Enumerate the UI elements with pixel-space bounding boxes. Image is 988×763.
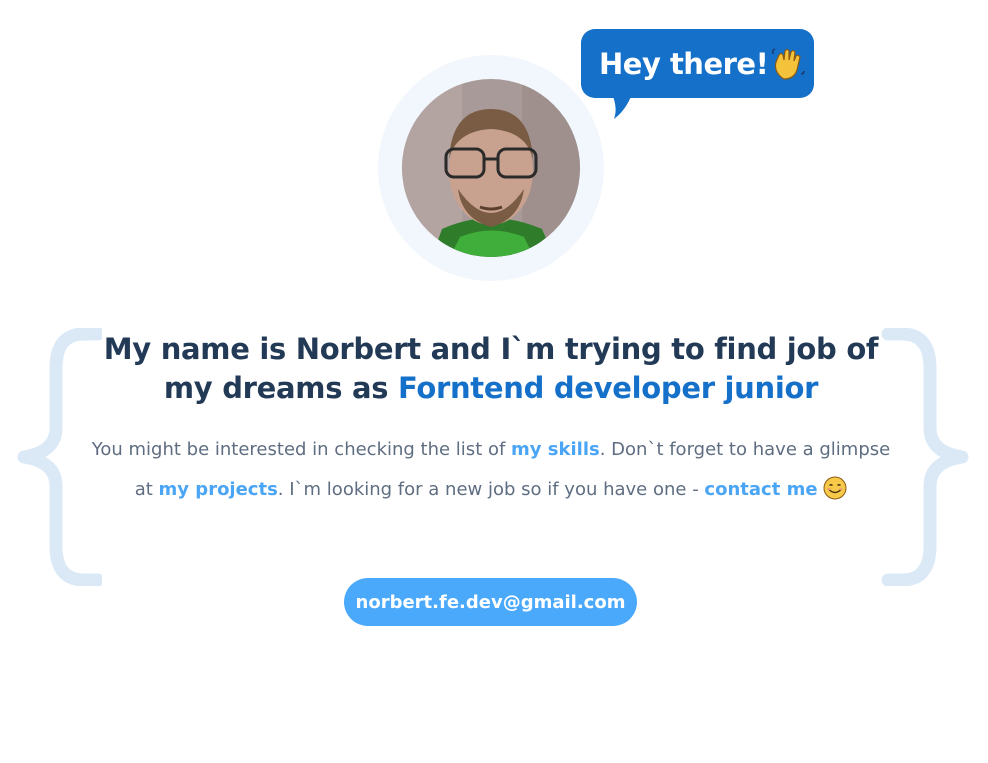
greeting-bubble: Hey there! xyxy=(581,29,814,98)
intro-paragraph: You might be interested in checking the … xyxy=(85,430,897,510)
intro-text-3: . I`m looking for a new job so if you ha… xyxy=(277,479,705,500)
intro-text-1: You might be interested in checking the … xyxy=(91,439,512,460)
my-skills-link[interactable]: my skills xyxy=(511,439,600,460)
headline-accent: Forntend developer junior xyxy=(398,371,819,405)
avatar xyxy=(402,79,580,257)
my-projects-link[interactable]: my projects xyxy=(159,479,278,500)
contact-me-link[interactable]: contact me xyxy=(704,479,817,500)
waving-hand-icon xyxy=(770,46,806,82)
greeting-text: Hey there! xyxy=(599,46,769,81)
smiling-face-icon xyxy=(823,475,847,500)
avatar-photo xyxy=(402,79,580,257)
page-title: My name is Norbert and I`m trying to fin… xyxy=(95,330,887,408)
email-button[interactable]: norbert.fe.dev@gmail.com xyxy=(344,578,637,626)
